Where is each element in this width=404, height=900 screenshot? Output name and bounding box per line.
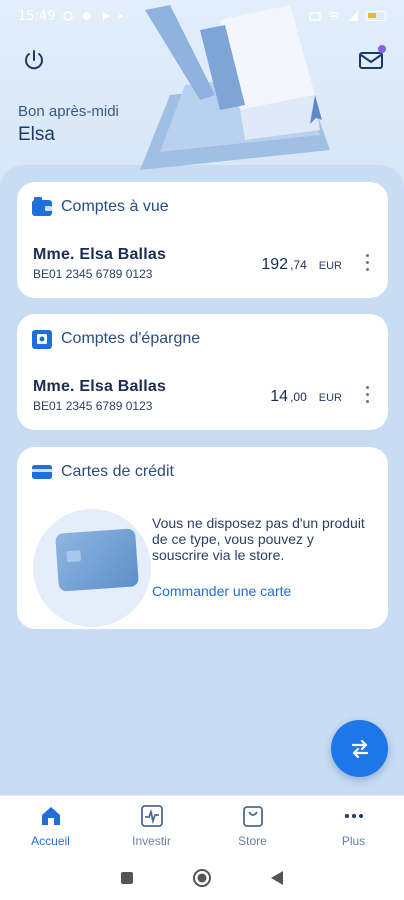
account-iban: BE01 2345 6789 0123 <box>33 399 153 413</box>
tab-label: Store <box>238 834 267 848</box>
system-navigation-bar <box>0 855 404 900</box>
transfer-button[interactable] <box>331 720 388 777</box>
safe-icon <box>32 330 52 349</box>
mail-button[interactable] <box>358 45 386 72</box>
bag-icon <box>242 806 263 827</box>
tab-label: Plus <box>341 834 366 848</box>
signal-icon <box>348 11 358 21</box>
balance-integer: 192 <box>261 256 289 273</box>
wallet-icon <box>32 197 52 216</box>
savings-accounts-header[interactable]: Comptes d'épargne <box>31 328 200 350</box>
credit-card-icon <box>32 465 52 479</box>
balance-integer: 14 <box>270 388 289 405</box>
battery-icon <box>366 11 386 21</box>
current-accounts-title: Comptes à vue <box>61 198 169 215</box>
tab-label: Investir <box>132 834 171 848</box>
square-icon <box>121 871 134 884</box>
more-options-icon[interactable] <box>364 254 370 274</box>
more-icon <box>344 814 363 818</box>
chip-icon <box>66 550 82 563</box>
play-status-icon <box>103 12 111 20</box>
balance-currency: EUR <box>318 392 342 404</box>
circle-icon <box>192 868 211 887</box>
savings-accounts-title: Comptes d'épargne <box>61 330 201 347</box>
back-triangle-icon <box>270 870 283 885</box>
credit-cards-card: Cartes de crédit Vous ne disposez pas d'… <box>17 447 388 629</box>
balance-decimal: ,00 <box>290 390 307 404</box>
balance-decimal: ,74 <box>290 258 307 272</box>
home-nav-button[interactable] <box>192 868 212 888</box>
account-holder: Mme. Elsa Ballas <box>33 378 167 395</box>
tab-label: Accueil <box>31 834 70 848</box>
credit-card-image <box>55 528 139 592</box>
credit-cards-title: Cartes de crédit <box>61 463 174 480</box>
savings-accounts-card: Comptes d'épargne Mme. Elsa Ballas BE01 … <box>17 314 388 430</box>
credit-cards-header[interactable]: Cartes de crédit <box>31 461 174 483</box>
back-button[interactable] <box>267 868 287 888</box>
balance-currency: EUR <box>318 260 342 272</box>
tab-accueil[interactable]: Accueil <box>6 804 96 848</box>
account-holder: Mme. Elsa Ballas <box>33 246 167 263</box>
current-accounts-card: Comptes à vue Mme. Elsa Ballas BE01 2345… <box>17 182 388 298</box>
chart-icon <box>140 805 163 827</box>
battery-saver-icon <box>309 12 321 21</box>
settings-status-icon <box>63 11 74 21</box>
recent-apps-button[interactable] <box>117 868 137 888</box>
power-icon[interactable] <box>22 48 46 72</box>
account-balance[interactable]: 192 ,74 EUR <box>261 256 342 274</box>
greeting-text: Bon après-midi <box>18 103 119 120</box>
account-iban: BE01 2345 6789 0123 <box>33 267 153 281</box>
greeting: Bon après-midi Elsa <box>18 103 119 146</box>
empty-state-message: Vous ne disposez pas d'un produit de ce … <box>152 515 365 563</box>
tab-plus[interactable]: Plus <box>309 804 399 848</box>
order-card-link[interactable]: Commander une carte <box>152 583 291 599</box>
status-bar: 15:49 <box>0 0 404 32</box>
current-accounts-header[interactable]: Comptes à vue <box>31 196 169 218</box>
home-icon <box>41 807 60 825</box>
user-name: Elsa <box>18 124 55 145</box>
status-time: 15:49 <box>18 8 56 24</box>
more-options-icon[interactable] <box>364 386 370 406</box>
transfer-arrows-icon <box>351 739 368 758</box>
unread-badge <box>378 45 386 53</box>
dot-status-icon <box>119 14 124 18</box>
account-balance[interactable]: 14 ,00 EUR <box>270 388 342 406</box>
notification-status-icon <box>83 12 92 20</box>
bottom-tab-bar: Accueil Investir Store Plus <box>0 795 404 855</box>
wifi-icon <box>328 11 340 20</box>
tab-investir[interactable]: Investir <box>107 804 197 848</box>
tab-store[interactable]: Store <box>208 804 298 848</box>
